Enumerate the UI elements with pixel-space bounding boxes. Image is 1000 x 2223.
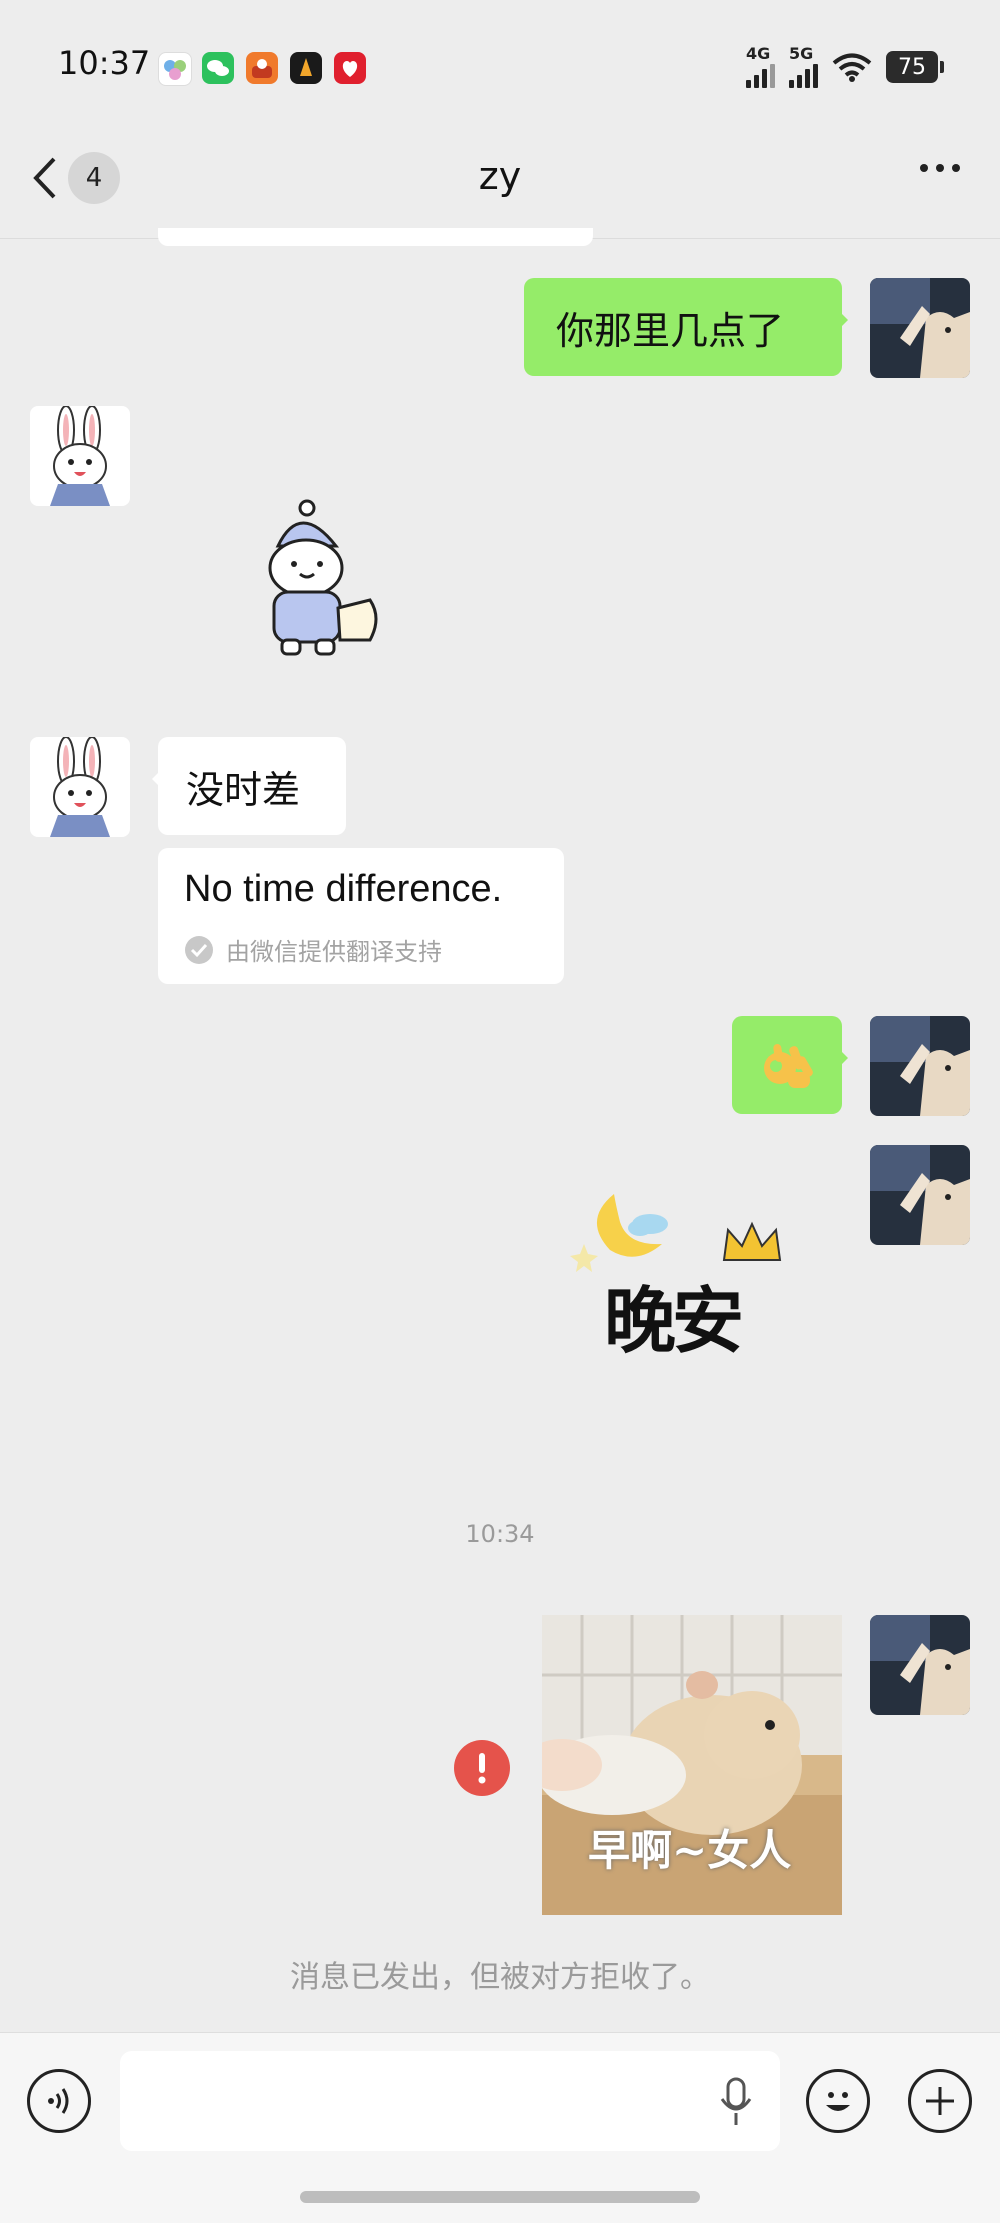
status-right: 4G 5G 75	[746, 46, 944, 88]
network-type-label: 5G	[789, 44, 814, 63]
input-bar	[0, 2032, 1000, 2223]
my-avatar[interactable]	[870, 1145, 970, 1245]
chat-header: 4 zy	[0, 110, 1000, 239]
cell-signal-2: 5G	[789, 46, 818, 88]
cell-signal-1: 4G	[746, 46, 775, 88]
previous-message-bubble[interactable]	[158, 228, 593, 246]
my-message-bubble[interactable]: 你那里几点了	[524, 278, 848, 376]
app-notification-icon	[158, 52, 192, 86]
smiley-icon	[826, 2092, 850, 2111]
app-notification-icon-orange	[246, 52, 278, 84]
hamster-image-message[interactable]: 早啊~女人	[542, 1615, 842, 1915]
my-message-bubble[interactable]	[732, 1016, 848, 1114]
rejected-notice: 消息已发出，但被对方拒收了。	[290, 1960, 710, 1995]
voice-mode-button[interactable]	[27, 2069, 91, 2133]
message-input[interactable]	[120, 2051, 780, 2151]
signal-bars-icon	[746, 62, 775, 88]
my-avatar[interactable]	[870, 1615, 970, 1715]
contact-avatar[interactable]	[30, 406, 130, 506]
microphone-icon[interactable]	[716, 2075, 756, 2129]
dot	[920, 164, 928, 172]
goodnight-sticker[interactable]: 晚安	[566, 1186, 796, 1363]
more-options-button[interactable]	[920, 164, 960, 172]
contact-avatar[interactable]	[30, 737, 130, 837]
app-notification-icon-dark	[290, 52, 322, 84]
dot	[936, 164, 944, 172]
ok-hand-emoji-icon	[764, 1044, 813, 1088]
my-avatar[interactable]	[870, 1016, 970, 1116]
network-type-label: 4G	[746, 44, 771, 63]
message-timestamp: 10:34	[465, 1520, 535, 1548]
contact-message-bubble[interactable]: 没时差	[152, 737, 346, 835]
home-indicator[interactable]	[300, 2191, 700, 2203]
translation-provider: 由微信提供翻译支持	[184, 932, 442, 967]
battery-indicator: 75	[886, 51, 944, 83]
more-actions-button[interactable]	[908, 2069, 972, 2133]
translation-card[interactable]: No time difference. 由微信提供翻译支持	[158, 848, 564, 984]
status-time: 10:37	[58, 44, 151, 82]
send-failed-icon[interactable]	[454, 1740, 510, 1796]
voice-wave-icon	[48, 2088, 69, 2114]
wifi-icon	[832, 53, 872, 82]
translation-provider-label: 由微信提供翻译支持	[226, 938, 442, 966]
emoji-button[interactable]	[806, 2069, 870, 2133]
chat-title: zy	[478, 154, 522, 198]
check-circle-icon	[185, 935, 213, 964]
sticker-text: 晚安	[604, 1278, 744, 1363]
wechat-notification-icon	[202, 52, 234, 84]
message-text: 你那里几点了	[556, 309, 785, 353]
message-text: 没时差	[186, 768, 301, 812]
app-notification-icon-red	[334, 52, 366, 84]
signal-bars-icon	[789, 62, 818, 88]
plus-icon	[926, 2087, 954, 2115]
image-caption: 早啊~女人	[588, 1826, 792, 1875]
translation-text: No time difference.	[184, 868, 503, 910]
bear-sticker[interactable]	[240, 490, 390, 670]
my-avatar[interactable]	[870, 278, 970, 378]
dot	[952, 164, 960, 172]
